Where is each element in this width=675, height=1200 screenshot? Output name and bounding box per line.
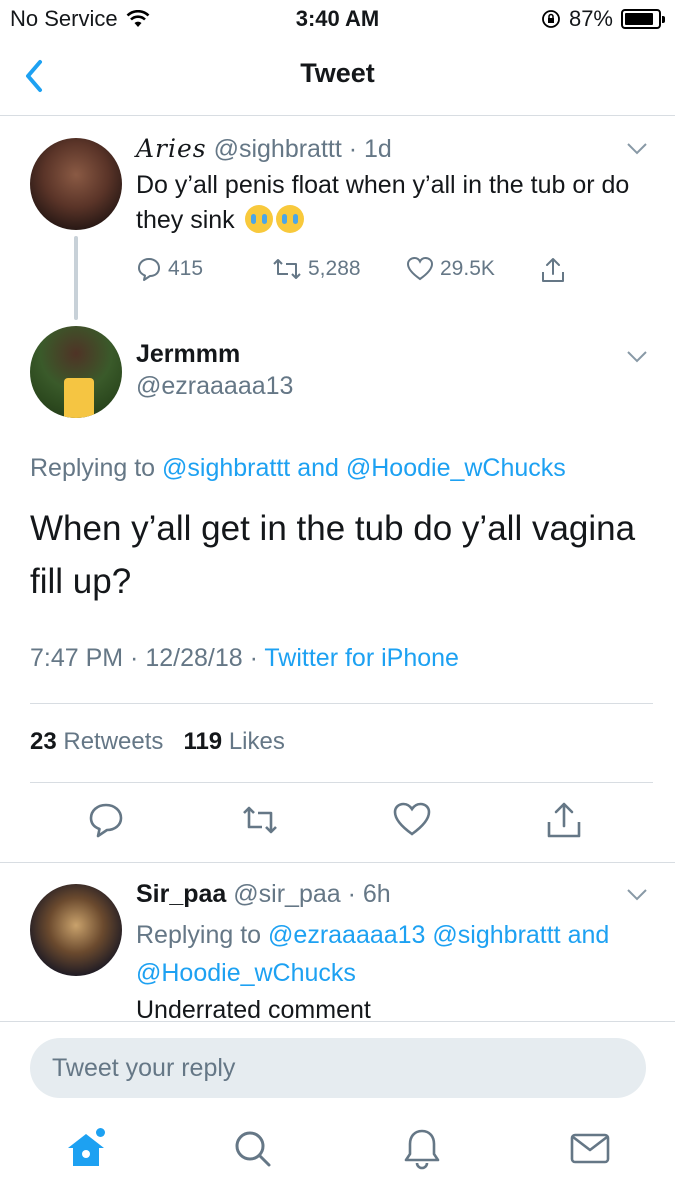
share-button[interactable] <box>544 800 584 840</box>
tweet-text: When y’all get in the tub do y’all vagin… <box>30 509 636 601</box>
retweet-count: 5,288 <box>308 257 361 280</box>
tweet-text: Do y’all penis float when y’all in the t… <box>136 168 636 238</box>
retweet-button[interactable] <box>240 800 280 840</box>
chevron-down-icon[interactable] <box>626 350 648 364</box>
tweet-header: Aries @sighbrattt · 1d <box>136 134 392 164</box>
reply-input[interactable] <box>30 1038 646 1098</box>
wifi-icon <box>126 10 150 27</box>
replying-label: Replying to <box>30 454 156 482</box>
tab-messages[interactable] <box>568 1126 612 1170</box>
avatar[interactable] <box>30 884 122 976</box>
divider <box>0 862 675 863</box>
notifications-icon <box>404 1129 440 1170</box>
replying-to: Replying to @sighbrattt and @Hoodie_wChu… <box>30 454 566 483</box>
replying-to: Replying to @ezraaaaa13 @sighbrattt and … <box>136 916 636 992</box>
reply-icon <box>138 258 160 281</box>
retweet-total: 23 <box>30 728 57 755</box>
nav-bar: Tweet <box>0 40 675 116</box>
avatar-jersey <box>64 378 94 418</box>
reply-button[interactable] <box>86 800 126 840</box>
mention-link[interactable]: @Hoodie_wChucks <box>136 959 356 987</box>
chevron-down-icon[interactable] <box>626 888 648 902</box>
display-name[interactable]: Sir_paa <box>136 880 226 908</box>
carrier-label: No Service <box>10 6 118 31</box>
replying-joiner: and <box>567 921 610 949</box>
retweets-label: Retweets <box>63 728 164 755</box>
mention-link[interactable]: @ezraaaaa13 <box>268 921 425 949</box>
crying-emoji-icon <box>275 205 304 233</box>
timestamp: 7:47 PM · 12/28/18 · <box>30 644 258 672</box>
page-title: Tweet <box>300 58 375 88</box>
messages-icon <box>570 1133 610 1164</box>
tweet-text: Underrated comment <box>136 996 371 1022</box>
mention-link[interactable]: @Hoodie_wChucks <box>346 454 566 482</box>
like-total: 119 <box>183 728 223 755</box>
retweet-icon <box>273 259 301 279</box>
handle[interactable]: @sighbrattt <box>214 135 342 163</box>
handle[interactable]: @sir_paa <box>233 880 340 908</box>
like-button[interactable]: 29.5K <box>406 256 495 282</box>
battery-percent: 87% <box>568 6 613 31</box>
display-name[interactable]: Aries <box>136 134 207 163</box>
tweet-header: Sir_paa @sir_paa · 6h <box>136 880 391 909</box>
likes-stat[interactable]: 119 Likes <box>183 728 284 755</box>
replying-label: Replying to <box>136 921 262 949</box>
status-bar: No Service 3:40 AM 87% <box>0 0 675 40</box>
avatar[interactable] <box>30 326 122 418</box>
divider <box>30 703 653 704</box>
tab-notifications[interactable] <box>400 1126 444 1170</box>
tweet-age: · 1d <box>348 135 392 163</box>
retweet-button[interactable]: 5,288 <box>272 256 361 282</box>
tweet-age: · 6h <box>347 880 391 908</box>
tweet-meta: 7:47 PM · 12/28/18 · Twitter for iPhone <box>30 644 459 673</box>
display-name[interactable]: Jermmm <box>136 340 240 369</box>
share-icon <box>547 802 581 838</box>
handle[interactable]: @ezraaaaa13 <box>136 372 293 401</box>
battery-icon <box>621 9 665 29</box>
status-right: 87% <box>541 6 665 32</box>
heart-icon <box>406 256 434 281</box>
divider <box>30 782 653 783</box>
retweets-stat[interactable]: 23 Retweets <box>30 728 163 755</box>
share-icon <box>542 258 564 282</box>
share-button[interactable] <box>540 256 566 284</box>
mention-link[interactable]: @sighbrattt <box>162 454 290 482</box>
new-content-indicator <box>96 1128 105 1137</box>
orientation-lock-icon <box>542 10 560 28</box>
likes-label: Likes <box>228 728 285 755</box>
retweet-icon <box>243 806 277 834</box>
tweet-actions: 415 5,288 29.5K <box>136 256 656 286</box>
like-count: 29.5K <box>440 257 495 280</box>
tab-search[interactable] <box>230 1126 274 1170</box>
replying-joiner: and <box>297 454 339 482</box>
chevron-down-icon[interactable] <box>626 142 648 156</box>
source-link[interactable]: Twitter for iPhone <box>264 644 459 672</box>
thread-connector <box>74 236 78 320</box>
crying-emoji-icon <box>244 205 273 233</box>
heart-icon <box>393 802 431 836</box>
status-left: No Service <box>10 6 150 32</box>
reply-button[interactable]: 415 <box>136 256 203 282</box>
reply-count: 415 <box>168 257 204 280</box>
mention-link[interactable]: @sighbrattt <box>432 921 560 949</box>
search-icon <box>235 1131 271 1167</box>
reply-icon <box>89 803 123 838</box>
engagement-stats: 23 Retweets 119 Likes <box>30 728 285 756</box>
avatar[interactable] <box>30 138 122 230</box>
tweet-text-content: Do y’all penis float when y’all in the t… <box>136 171 630 234</box>
tweet-actions <box>0 800 675 846</box>
like-button[interactable] <box>392 800 432 840</box>
